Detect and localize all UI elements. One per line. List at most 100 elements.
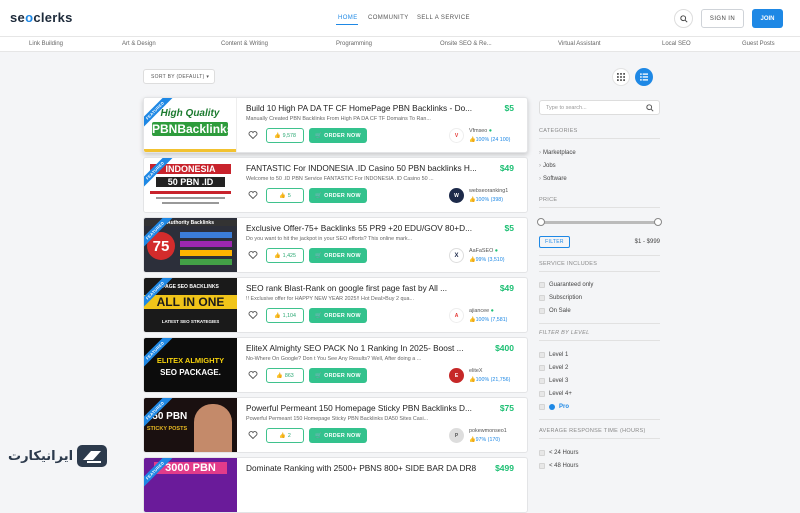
like-count-button[interactable]: 👍 1,104 [266,308,304,323]
category-onsite-seo[interactable]: Onsite SEO & Re... [440,41,492,47]
service-description: Do you want to hit the jackpot in your S… [246,236,413,242]
category-virtual-assistant[interactable]: Virtual Assistant [558,41,601,47]
service-title[interactable]: FANTASTIC For INDONESIA .ID Casino 50 PB… [246,163,476,173]
service-thumbnail[interactable]: ELITEX ALMIGHTY SEO PACKAGE. FEATURED [144,338,237,392]
category-art-design[interactable]: Art & Design [122,41,156,47]
category-guest-posts[interactable]: Guest Posts [742,41,775,47]
service-card[interactable]: 150 PBN STICKY POSTS FEATURED Powerful P… [143,397,528,453]
nav-community[interactable]: COMMUNITY [368,15,409,21]
nav-sell-a-service[interactable]: SELL A SERVICE [417,15,470,21]
service-card[interactable]: ELITEX ALMIGHTY SEO PACKAGE. FEATURED El… [143,337,528,393]
service-card[interactable]: High Quality PBNBacklinks FEATURED Build… [143,97,528,153]
order-now-button[interactable]: 🛒 ORDER NOW [309,188,367,203]
checkbox-on-sale[interactable]: On Sale [539,308,571,314]
heart-icon[interactable] [248,310,258,320]
price-slider-min-handle[interactable] [537,218,545,226]
checkbox-level-1[interactable]: Level 1 [539,352,568,358]
join-button[interactable]: JOIN [752,9,783,28]
heart-icon[interactable] [248,430,258,440]
category-link-building[interactable]: Link Building [29,41,63,47]
price-slider[interactable] [537,218,662,226]
checkbox-level-3[interactable]: Level 3 [539,378,568,384]
service-card[interactable]: Authority Backlinks 75 FEATURED Exclusiv… [143,217,528,273]
heart-icon[interactable] [248,190,258,200]
service-description: Welcome to 50 .ID PBN Service FANTASTIC … [246,176,434,182]
category-programming[interactable]: Programming [336,41,372,47]
category-bar: Link Building Art & Design Content & Wri… [0,37,800,52]
checkbox-pro[interactable]: Pro [539,404,569,410]
order-now-button[interactable]: 🛒 ORDER NOW [309,128,367,143]
order-now-button[interactable]: 🛒 ORDER NOW [309,308,367,323]
seller-name[interactable]: eliteX [469,368,483,374]
category-content-writing[interactable]: Content & Writing [221,41,268,47]
checkbox-level-2[interactable]: Level 2 [539,365,568,371]
service-title[interactable]: Powerful Permeant 150 Homepage Sticky PB… [246,403,476,413]
service-card[interactable]: INDONESIA 50 PBN .ID FEATURED FANTASTIC … [143,157,528,213]
service-thumbnail[interactable]: INDONESIA 50 PBN .ID FEATURED [144,158,237,212]
service-title[interactable]: SEO rank Blast-Rank on google first page… [246,283,476,293]
category-local-seo[interactable]: Local SEO [662,41,691,47]
heart-icon[interactable] [248,250,258,260]
service-price: $75 [499,403,514,413]
service-thumbnail[interactable]: PAGE SEO BACKLINKS ALL IN ONE LATEST SEO… [144,278,237,332]
sidebar-search-input[interactable]: Type to search... [539,100,660,115]
search-button[interactable] [674,9,693,28]
order-now-button[interactable]: 🛒 ORDER NOW [309,428,367,443]
service-price: $499 [495,463,514,473]
seller-name[interactable]: pokewmonseo1 [469,428,507,434]
filter-by-level-heading: FILTER BY LEVEL [539,330,590,336]
checkbox-subscription[interactable]: Subscription [539,295,582,301]
nav-home[interactable]: HOME [338,15,358,21]
service-thumbnail[interactable]: 150 PBN STICKY POSTS FEATURED [144,398,237,452]
sidebar-item-software[interactable]: › Software [539,176,567,182]
seller-avatar[interactable]: X [449,248,464,263]
seller-avatar[interactable]: E [449,368,464,383]
order-now-button[interactable]: 🛒 ORDER NOW [309,368,367,383]
cart-icon: 🛒 [315,192,323,199]
service-title[interactable]: Build 10 High PA DA TF CF HomePage PBN B… [246,103,476,113]
sort-dropdown[interactable]: SORT BY (DEFAULT) ▾ [143,69,215,84]
sidebar-item-jobs[interactable]: › Jobs [539,163,556,169]
service-title[interactable]: Exclusive Offer-75+ Backlinks 55 PR9 +20… [246,223,476,233]
service-thumbnail[interactable]: Authority Backlinks 75 FEATURED [144,218,237,272]
service-price: $5 [504,103,514,113]
seller-rating: 👍97% (170) [469,437,501,443]
seller-avatar[interactable]: P [449,428,464,443]
service-thumbnail[interactable]: 3000 PBN FEATURED [144,458,237,512]
heart-icon[interactable] [248,130,258,140]
sidebar-item-marketplace[interactable]: › Marketplace [539,150,576,156]
like-count-button[interactable]: 👍 1,425 [266,248,304,263]
checkbox-guaranteed-only[interactable]: Guaranteed only [539,282,593,288]
filter-button[interactable]: FILTER [539,236,570,248]
list-view-button[interactable] [635,68,653,86]
sign-in-button[interactable]: SIGN IN [701,9,744,28]
checkbox-level-4plus[interactable]: Level 4+ [539,391,572,397]
like-count-button[interactable]: 👍 9,578 [266,128,304,143]
service-title[interactable]: Dominate Ranking with 2500+ PBNS 800+ SI… [246,463,476,473]
service-description: No-Where On Google? Don t You See Any Re… [246,356,422,362]
heart-icon[interactable] [248,370,258,380]
grid-view-button[interactable] [612,68,630,86]
seller-avatar[interactable]: W [449,188,464,203]
like-count-button[interactable]: 👍 863 [266,368,304,383]
seller-avatar[interactable]: V [449,128,464,143]
checkbox-under-24-hours[interactable]: < 24 Hours [539,450,579,456]
price-slider-max-handle[interactable] [654,218,662,226]
service-thumbnail[interactable]: High Quality PBNBacklinks FEATURED [144,98,237,152]
like-count-button[interactable]: 👍 2 [266,428,304,443]
service-card[interactable]: PAGE SEO BACKLINKS ALL IN ONE LATEST SEO… [143,277,528,333]
checkbox-under-48-hours[interactable]: < 48 Hours [539,463,579,469]
cart-icon: 🛒 [315,312,323,319]
like-count-button[interactable]: 👍 5 [266,188,304,203]
service-title[interactable]: EliteX Almighty SEO PACK No 1 Ranking In… [246,343,476,353]
seller-name[interactable]: webseoranking1 [469,188,508,194]
search-icon[interactable] [646,104,654,112]
service-card[interactable]: 3000 PBN FEATURED Dominate Ranking with … [143,457,528,513]
order-now-button[interactable]: 🛒 ORDER NOW [309,248,367,263]
seller-avatar[interactable]: A [449,308,464,323]
seller-name[interactable]: ajiancee ● [469,308,494,314]
seller-name[interactable]: Vfmseo ● [469,128,492,134]
seller-name[interactable]: AaFaSEO ● [469,248,498,254]
thumbs-up-icon: 👍 [274,132,281,139]
search-icon [679,14,688,23]
